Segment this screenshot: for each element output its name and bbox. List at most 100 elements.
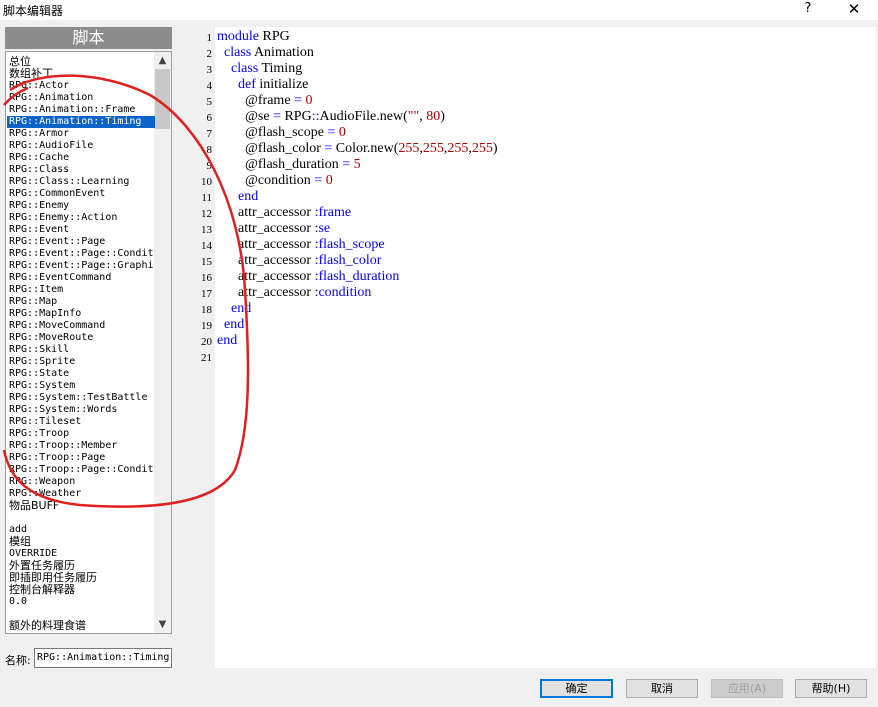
script-list-item[interactable]: RPG::Event::Page::Graphi [9, 260, 154, 272]
name-input[interactable]: RPG::Animation::Timing [34, 648, 172, 668]
script-list-item[interactable]: RPG::Actor [9, 80, 69, 92]
code-line[interactable]: @se = RPG::AudioFile.new("", 80) [217, 109, 445, 125]
script-list-item[interactable]: RPG::Class [9, 164, 69, 176]
script-list-item[interactable]: RPG::Armor [9, 128, 69, 140]
script-list-item[interactable]: RPG::Troop::Page::Condit [9, 464, 154, 476]
line-number: 18 [201, 304, 212, 316]
code-line[interactable]: attr_accessor :frame [217, 205, 351, 221]
script-list-item[interactable]: RPG::MapInfo [9, 308, 81, 320]
code-token: end [217, 333, 238, 348]
script-list-item[interactable]: RPG::Enemy [9, 200, 69, 212]
script-list-item[interactable]: RPG::Troop::Member [9, 440, 117, 452]
code-line[interactable]: @flash_scope = 0 [217, 125, 346, 141]
code-line[interactable]: attr_accessor :se [217, 221, 330, 237]
code-token: 5 [353, 157, 361, 172]
script-list-item[interactable]: RPG::Enemy::Action [9, 212, 117, 224]
line-number: 16 [201, 272, 212, 284]
title-bar: 脚本编辑器 ? ✕ [0, 0, 878, 20]
code-token: 255 [471, 141, 493, 156]
code-token: 80 [426, 109, 441, 124]
code-line[interactable]: class Timing [217, 61, 302, 77]
window-title: 脚本编辑器 [3, 4, 64, 18]
script-list-item[interactable]: 模组 [9, 536, 31, 548]
script-list-item[interactable]: RPG::Event::Page::Condit [9, 248, 154, 260]
code-line[interactable]: attr_accessor :flash_scope [217, 237, 385, 253]
script-list-item[interactable]: 额外的料理食谱 [9, 620, 86, 632]
apply-button[interactable]: 应用(A) [711, 679, 783, 698]
script-list-item[interactable]: RPG::Class::Learning [9, 176, 129, 188]
code-token: @flash_color [217, 141, 325, 156]
script-list-item[interactable]: RPG::Animation::Frame [9, 104, 135, 116]
code-line[interactable]: attr_accessor :flash_color [217, 253, 381, 269]
code-token: Animation [251, 45, 314, 60]
code-line[interactable]: end [217, 301, 251, 317]
script-list-item[interactable]: RPG::State [9, 368, 69, 380]
cancel-button[interactable]: 取消 [626, 679, 698, 698]
code-token: :flash_duration [314, 269, 400, 284]
code-token: class [217, 61, 259, 76]
line-number: 3 [206, 64, 213, 76]
script-list-item[interactable]: RPG::Skill [9, 344, 69, 356]
code-token: 0 [305, 93, 313, 108]
script-list-item[interactable]: RPG::Sprite [9, 356, 75, 368]
script-list-item[interactable]: RPG::MoveRoute [9, 332, 93, 344]
code-token: :se [314, 221, 331, 236]
script-list-item[interactable]: RPG::CommonEvent [9, 188, 105, 200]
line-number: 17 [201, 288, 212, 300]
script-list-item[interactable]: RPG::Tileset [9, 416, 81, 428]
scroll-down-icon[interactable]: ▼ [154, 616, 171, 633]
close-icon[interactable]: ✕ [845, 0, 863, 18]
script-list-item[interactable]: RPG::Event::Page [9, 236, 105, 248]
script-list-item[interactable]: RPG::Weapon [9, 476, 75, 488]
script-list-item[interactable]: 物品BUFF [9, 500, 59, 512]
script-list-item[interactable]: RPG::EventCommand [9, 272, 111, 284]
script-list-item[interactable]: RPG::MoveCommand [9, 320, 105, 332]
script-list-item[interactable]: RPG::Event [9, 224, 69, 236]
script-list-item[interactable]: RPG::Animation::Timing [7, 116, 155, 128]
code-line[interactable]: end [217, 189, 258, 205]
script-list-item[interactable]: 控制台解释器 [9, 584, 75, 596]
code-token: attr_accessor [217, 285, 315, 300]
code-token: = [273, 109, 281, 124]
code-token: end [217, 301, 252, 316]
help-button[interactable]: 帮助(H) [795, 679, 867, 698]
code-token: @flash_duration [217, 157, 343, 172]
script-list-item[interactable]: RPG::System::TestBattle [9, 392, 147, 404]
code-token: @se [217, 109, 274, 124]
script-list-item[interactable]: RPG::System [9, 380, 75, 392]
script-list-item[interactable]: RPG::Troop [9, 428, 69, 440]
code-line[interactable]: attr_accessor :flash_duration [217, 269, 399, 285]
script-list-item[interactable]: RPG::Cache [9, 152, 69, 164]
code-line[interactable]: end [217, 333, 237, 349]
code-line[interactable]: def initialize [217, 77, 308, 93]
script-list-item[interactable]: 数组补丁 [9, 68, 53, 80]
script-list-scrollbar[interactable]: ▲ ▼ [154, 52, 171, 633]
script-list-item[interactable]: RPG::System::Words [9, 404, 117, 416]
code-line[interactable]: attr_accessor :condition [217, 285, 371, 301]
script-list-item[interactable]: RPG::Animation [9, 92, 93, 104]
code-line[interactable]: @frame = 0 [217, 93, 312, 109]
code-token: :frame [314, 205, 352, 220]
code-line[interactable]: @flash_color = Color.new(255,255,255,255… [217, 141, 498, 157]
script-list-item[interactable]: 0.0 [9, 596, 27, 608]
code-line[interactable]: end [217, 317, 244, 333]
help-icon[interactable]: ? [801, 1, 815, 16]
script-list-item[interactable]: RPG::AudioFile [9, 140, 93, 152]
code-token: RPG [280, 109, 312, 124]
script-list-item[interactable]: RPG::Item [9, 284, 63, 296]
code-line[interactable]: @flash_duration = 5 [217, 157, 361, 173]
code-token: @condition [217, 173, 315, 188]
ok-button[interactable]: 确定 [540, 679, 613, 698]
scrollbar-thumb[interactable] [155, 69, 170, 129]
code-line[interactable]: @condition = 0 [217, 173, 333, 189]
line-number: 5 [206, 96, 213, 108]
line-number: 20 [201, 336, 212, 348]
code-line[interactable]: module RPG [217, 29, 290, 45]
code-token: attr_accessor [217, 269, 315, 284]
code-editor[interactable]: 1 2 3 4 5 6 7 8 9 10 11 12 13 14 15 16 17 18 19 20 21 module… [182, 27, 876, 668]
script-list-item[interactable]: RPG::Map [9, 296, 57, 308]
scroll-up-icon[interactable]: ▲ [154, 52, 171, 69]
script-list[interactable]: ▲ ▼ 总位 数组补丁 RPG::Actor RPG::Animation RPG::A… [5, 51, 172, 634]
code-line[interactable]: class Animation [217, 45, 314, 61]
script-list-item[interactable]: RPG::Troop::Page [9, 452, 105, 464]
